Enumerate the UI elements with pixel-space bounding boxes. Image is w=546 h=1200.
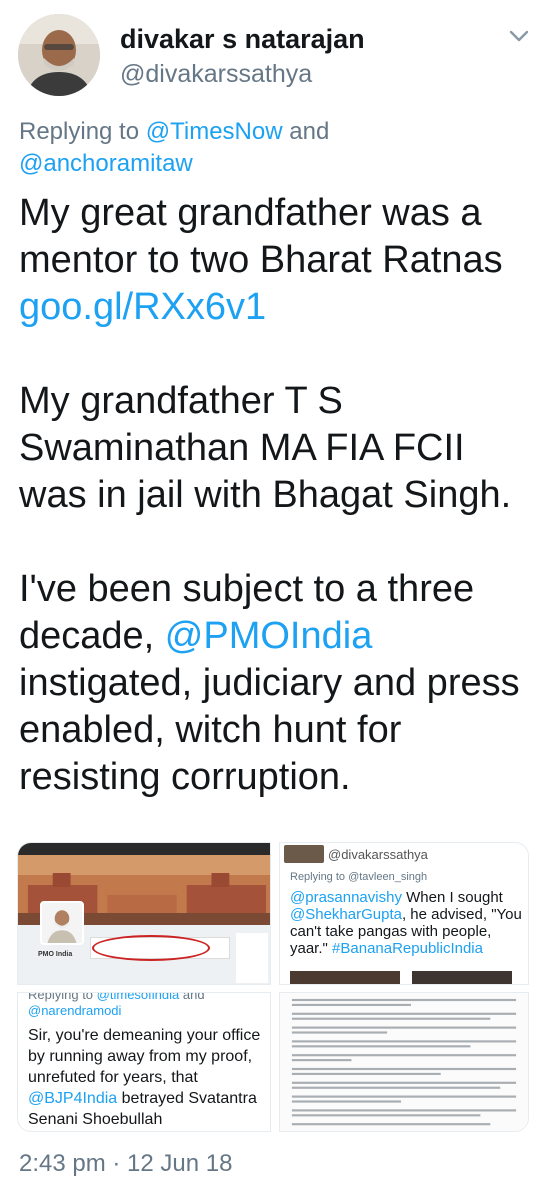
- reply-mention-anchoramitaw[interactable]: @anchoramitaw: [19, 150, 193, 177]
- tweet-header: divakar s natarajan @divakarssathya: [16, 14, 530, 100]
- tweet-paragraph-2: My grandfather T S Swaminathan MA FIA FC…: [19, 380, 512, 516]
- media-image-4[interactable]: [279, 992, 529, 1132]
- tweet-timestamp[interactable]: 2:43 pm · 12 Jun 18: [19, 1150, 232, 1178]
- reply-mention-timesnow[interactable]: @TimesNow: [146, 118, 283, 145]
- tweet-p1-text: My great grandfather was a mentor to two…: [19, 192, 503, 281]
- embedded-text-a: Sir, you're demeaning your office by run…: [28, 1027, 261, 1086]
- reply-context: Replying to @TimesNow and @anchoramitaw: [19, 116, 519, 180]
- media-image-2[interactable]: @divakarssathya Replying to @tavleen_sin…: [279, 842, 529, 985]
- embedded-text-a: When I sought: [406, 889, 503, 906]
- tweet-text: My great grandfather was a mentor to two…: [19, 190, 534, 801]
- embedded-replying: Replying to @tavleen_singh: [290, 871, 428, 883]
- embedded-avatar: [284, 845, 324, 863]
- avatar-photo: [18, 14, 100, 96]
- embedded-replying: Replying to @timesofindia and @narendram…: [28, 992, 205, 1019]
- embedded-joiner: and: [182, 992, 205, 1002]
- tweet-paragraph-1: My great grandfather was a mentor to two…: [19, 190, 534, 331]
- sidebar-panel: [236, 933, 268, 983]
- profile-avatar: [40, 901, 84, 945]
- embedded-tweet-text: Sir, you're demeaning your office by run…: [28, 1025, 270, 1130]
- embedded-mention-1: @timesofindia: [96, 992, 180, 1002]
- tweet-p3-after: instigated, judiciary and press enabled,…: [19, 662, 520, 798]
- embedded-mention-2: @narendramodi: [28, 1003, 122, 1018]
- embedded-image-strip: [412, 971, 512, 984]
- document-text-image: [280, 993, 528, 1131]
- media-image-1[interactable]: PMO India: [17, 842, 271, 985]
- display-name[interactable]: divakar s natarajan: [120, 24, 365, 55]
- browser-bar: [18, 843, 270, 855]
- embedded-mention-b: @ShekharGupta: [290, 906, 402, 923]
- media-image-3[interactable]: Replying to @timesofindia and @narendram…: [17, 992, 271, 1132]
- user-handle[interactable]: @divakarssathya: [120, 60, 312, 89]
- embedded-mention-3: @BJP4India: [28, 1090, 118, 1107]
- highlight-oval: [92, 935, 210, 961]
- chevron-down-icon[interactable]: [508, 28, 530, 44]
- embedded-reply-prefix: Replying to: [28, 992, 94, 1002]
- reply-prefix: Replying to: [19, 118, 140, 145]
- reply-joiner: and: [289, 118, 330, 145]
- embedded-mention-a: @prasannavishy: [290, 889, 402, 906]
- profile-name: PMO India: [38, 951, 73, 958]
- tweet-link[interactable]: goo.gl/RXx6v1: [19, 286, 266, 328]
- media-grid: PMO India @divakarssathya Replying to @t…: [17, 842, 529, 1132]
- avatar[interactable]: [18, 14, 100, 96]
- embedded-tweet-text: @prasannavishy When I sought @ShekharGup…: [290, 889, 526, 957]
- embedded-handle: @divakarssathya: [328, 847, 428, 862]
- embedded-hashtag: #BananaRepublicIndia: [332, 940, 483, 957]
- tweet-paragraph-3: I've been subject to a three decade, @PM…: [19, 566, 534, 801]
- tweet-mention-pmoindia[interactable]: @PMOIndia: [165, 615, 373, 657]
- embedded-image-strip: [290, 971, 400, 984]
